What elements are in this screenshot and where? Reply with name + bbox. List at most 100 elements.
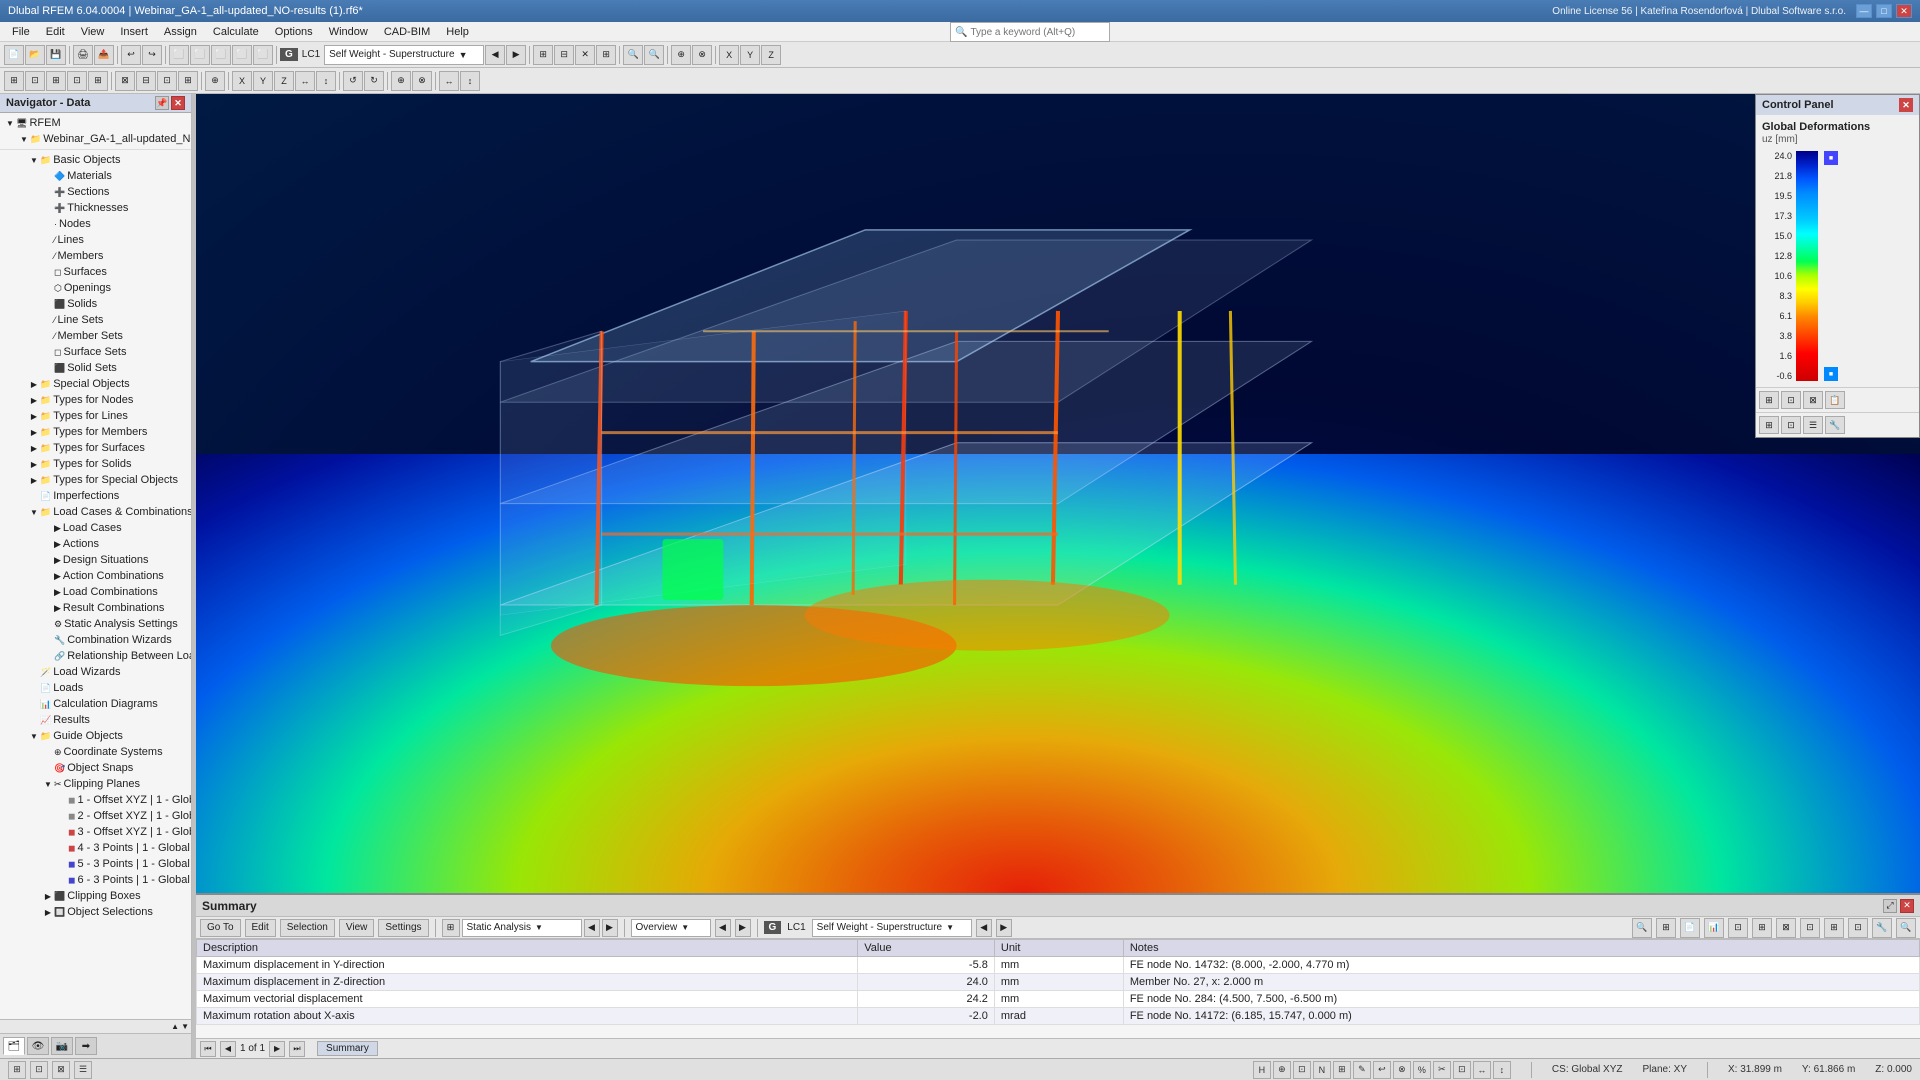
axis-x[interactable]: X bbox=[719, 45, 739, 65]
tree-item-member-sets[interactable]: ⁄ Member Sets bbox=[0, 328, 191, 344]
tree-item-sections[interactable]: ➕ Sections bbox=[0, 184, 191, 200]
tb2-7[interactable]: ⊟ bbox=[136, 71, 156, 91]
menu-cad-bim[interactable]: CAD-BIM bbox=[376, 24, 438, 40]
tb2-4[interactable]: ⊡ bbox=[67, 71, 87, 91]
tree-item-lines[interactable]: ⁄ Lines bbox=[0, 232, 191, 248]
tree-item-types-lines[interactable]: ▶ 📁 Types for Lines bbox=[0, 408, 191, 424]
nav-last[interactable]: ⏭ bbox=[289, 1041, 305, 1057]
tree-item-load-wizards[interactable]: 🪄 Load Wizards bbox=[0, 664, 191, 680]
table-row[interactable]: Maximum displacement in Z-direction 24.0… bbox=[197, 974, 1920, 991]
menu-help[interactable]: Help bbox=[438, 24, 477, 40]
lc-dropdown-bottom[interactable]: Self Weight - Superstructure ▼ bbox=[812, 919, 972, 937]
tree-item-surfaces[interactable]: ◻ Surfaces bbox=[0, 264, 191, 280]
tree-item-types-members[interactable]: ▶ 📁 Types for Members bbox=[0, 424, 191, 440]
tb-bottom-9[interactable]: ⊞ bbox=[1824, 918, 1844, 938]
scene-area[interactable]: Control Panel ✕ Global Deformations uz [… bbox=[196, 94, 1920, 893]
view-button[interactable]: View bbox=[339, 919, 375, 937]
view-4[interactable]: ⬜ bbox=[232, 45, 252, 65]
tb2-5[interactable]: ⊞ bbox=[88, 71, 108, 91]
status-icon-9[interactable]: ⊞ bbox=[1333, 1061, 1351, 1079]
status-icon-3[interactable]: ⊠ bbox=[52, 1061, 70, 1079]
overview-next[interactable]: ▶ bbox=[735, 919, 751, 937]
tree-item-types-special[interactable]: ▶ 📁 Types for Special Objects bbox=[0, 472, 191, 488]
goto-button[interactable]: Go To bbox=[200, 919, 241, 937]
tb-bottom-11[interactable]: 🔧 bbox=[1872, 918, 1892, 938]
tb2-10[interactable]: ⊕ bbox=[205, 71, 225, 91]
table-row[interactable]: Maximum rotation about X-axis -2.0 mrad … bbox=[197, 1008, 1920, 1025]
tree-item-clipping-planes[interactable]: ▼ ✂ Clipping Planes bbox=[0, 776, 191, 792]
tree-item-types-nodes[interactable]: ▶ 📁 Types for Nodes bbox=[0, 392, 191, 408]
lc-prev-bottom[interactable]: ◀ bbox=[976, 919, 992, 937]
table-row[interactable]: Maximum displacement in Y-direction -5.8… bbox=[197, 957, 1920, 974]
tb2-19[interactable]: ⊗ bbox=[412, 71, 432, 91]
save-button[interactable]: 💾 bbox=[46, 45, 66, 65]
tb-bottom-3[interactable]: 📄 bbox=[1680, 918, 1700, 938]
tb-bottom-2[interactable]: ⊞ bbox=[1656, 918, 1676, 938]
status-icon-10[interactable]: ✎ bbox=[1353, 1061, 1371, 1079]
cp-btn-7[interactable]: ☰ bbox=[1803, 416, 1823, 434]
lc-next[interactable]: ▶ bbox=[506, 45, 526, 65]
status-icon-11[interactable]: ↩ bbox=[1373, 1061, 1391, 1079]
tb-bottom-7[interactable]: ⊠ bbox=[1776, 918, 1796, 938]
cp-btn-8[interactable]: 🔧 bbox=[1825, 416, 1845, 434]
close-button[interactable]: ✕ bbox=[1896, 4, 1912, 18]
tree-item-design-situations[interactable]: ▶ Design Situations bbox=[0, 552, 191, 568]
tree-item-results[interactable]: 📈 Results bbox=[0, 712, 191, 728]
lc-dropdown[interactable]: Self Weight - Superstructure ▼ bbox=[324, 45, 484, 65]
tb2-13[interactable]: Z bbox=[274, 71, 294, 91]
render-4[interactable]: ⊞ bbox=[596, 45, 616, 65]
menu-window[interactable]: Window bbox=[321, 24, 376, 40]
analysis-prev[interactable]: ◀ bbox=[584, 919, 600, 937]
tb2-3[interactable]: ⊞ bbox=[46, 71, 66, 91]
tb-bottom-1[interactable]: 🔍 bbox=[1632, 918, 1652, 938]
analysis-dropdown[interactable]: Static Analysis ▼ bbox=[462, 919, 582, 937]
axis-z[interactable]: Z bbox=[761, 45, 781, 65]
tb2-12[interactable]: Y bbox=[253, 71, 273, 91]
status-icon-1[interactable]: ⊞ bbox=[8, 1061, 26, 1079]
zoom-out[interactable]: 🔍 bbox=[644, 45, 664, 65]
print-button[interactable]: 🖨 bbox=[73, 45, 93, 65]
tree-item-clip1[interactable]: ◼ 1 - Offset XYZ | 1 - Global X bbox=[0, 792, 191, 808]
tree-item-clip6[interactable]: ◼ 6 - 3 Points | 1 - Global XYZ bbox=[0, 872, 191, 888]
nav-tab-camera[interactable]: 📷 bbox=[51, 1037, 73, 1055]
status-icon-14[interactable]: ✂ bbox=[1433, 1061, 1451, 1079]
tree-item-openings[interactable]: ⬡ Openings bbox=[0, 280, 191, 296]
tree-item-surface-sets[interactable]: ◻ Surface Sets bbox=[0, 344, 191, 360]
status-icon-17[interactable]: ↕ bbox=[1493, 1061, 1511, 1079]
nav-tab-path[interactable]: ➡ bbox=[75, 1037, 97, 1055]
tree-item-load-cases-comb[interactable]: ▼ 📁 Load Cases & Combinations bbox=[0, 504, 191, 520]
tree-item-relationship[interactable]: 🔗 Relationship Between Load C... bbox=[0, 648, 191, 664]
tree-item-members[interactable]: ⁄ Members bbox=[0, 248, 191, 264]
undo-button[interactable]: ↩ bbox=[121, 45, 141, 65]
nav-prev[interactable]: ◀ bbox=[220, 1041, 236, 1057]
tree-item-coordinate-systems[interactable]: ⊕ Coordinate Systems bbox=[0, 744, 191, 760]
tree-item-special-objects[interactable]: ▶ 📁 Special Objects bbox=[0, 376, 191, 392]
tree-item-thicknesses[interactable]: ➕ Thicknesses bbox=[0, 200, 191, 216]
tb2-6[interactable]: ⊠ bbox=[115, 71, 135, 91]
analysis-next[interactable]: ▶ bbox=[602, 919, 618, 937]
cp-btn-6[interactable]: ⊡ bbox=[1781, 416, 1801, 434]
settings-button[interactable]: Settings bbox=[378, 919, 428, 937]
menu-insert[interactable]: Insert bbox=[112, 24, 156, 40]
tb2-11[interactable]: X bbox=[232, 71, 252, 91]
status-icon-6[interactable]: ⊕ bbox=[1273, 1061, 1291, 1079]
tree-item-clip5[interactable]: ◼ 5 - 3 Points | 1 - Global XYZ bbox=[0, 856, 191, 872]
tb-bottom-6[interactable]: ⊞ bbox=[1752, 918, 1772, 938]
tree-item-solid-sets[interactable]: ⬛ Solid Sets bbox=[0, 360, 191, 376]
nav-tab-data[interactable]: 🗂 bbox=[3, 1037, 25, 1055]
scroll-up[interactable]: ▲ bbox=[171, 1022, 179, 1031]
table-row[interactable]: Maximum vectorial displacement 24.2 mm F… bbox=[197, 991, 1920, 1008]
selection-button[interactable]: Selection bbox=[280, 919, 335, 937]
menu-assign[interactable]: Assign bbox=[156, 24, 205, 40]
lc-prev[interactable]: ◀ bbox=[485, 45, 505, 65]
tree-item-loads[interactable]: 📄 Loads bbox=[0, 680, 191, 696]
view-5[interactable]: ⬜ bbox=[253, 45, 273, 65]
status-icon-8[interactable]: N bbox=[1313, 1061, 1331, 1079]
navigator-close[interactable]: ✕ bbox=[171, 96, 185, 110]
status-icon-5[interactable]: H bbox=[1253, 1061, 1271, 1079]
status-icon-15[interactable]: ⊡ bbox=[1453, 1061, 1471, 1079]
tree-item-combination-wizards[interactable]: 🔧 Combination Wizards bbox=[0, 632, 191, 648]
tb2-1[interactable]: ⊞ bbox=[4, 71, 24, 91]
tree-item-materials[interactable]: 🔷 Materials bbox=[0, 168, 191, 184]
cp-btn-1[interactable]: ⊞ bbox=[1759, 391, 1779, 409]
